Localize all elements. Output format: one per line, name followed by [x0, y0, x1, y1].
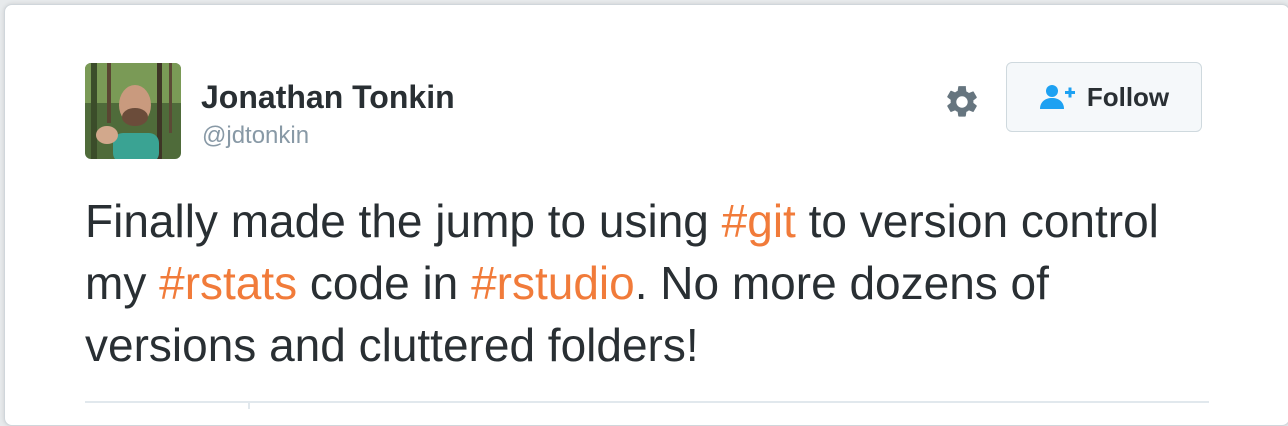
- user-name[interactable]: Jonathan Tonkin: [201, 79, 455, 116]
- add-user-icon: [1039, 83, 1077, 111]
- hashtag-link-rstudio[interactable]: #rstudio: [471, 257, 635, 309]
- user-handle[interactable]: @jdtonkin: [202, 122, 309, 150]
- tweet-text: Finally made the jump to using #git to v…: [85, 190, 1195, 376]
- hashtag-link-rstats[interactable]: #rstats: [159, 257, 297, 309]
- tweet-text-part: code in: [297, 257, 472, 309]
- hashtag-link-git[interactable]: #git: [722, 195, 796, 247]
- gear-icon[interactable]: [943, 83, 981, 121]
- tweet-text-part: Finally made the jump to using: [85, 195, 722, 247]
- follow-label: Follow: [1086, 81, 1170, 112]
- avatar-image: [85, 63, 181, 159]
- tweet-card: Jonathan Tonkin @jdtonkin Follow Finally…: [4, 4, 1288, 426]
- avatar[interactable]: [85, 63, 181, 159]
- divider: [85, 401, 1209, 403]
- follow-button[interactable]: Follow: [1006, 62, 1202, 132]
- divider: [248, 401, 250, 409]
